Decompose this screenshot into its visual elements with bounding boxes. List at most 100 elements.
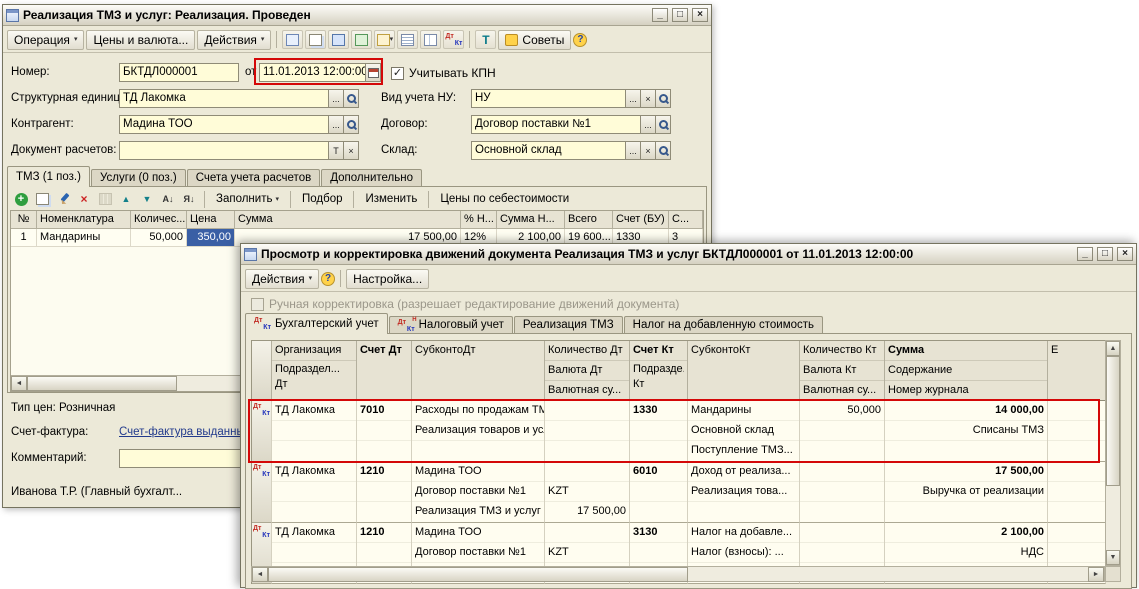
- magnifier-button[interactable]: [655, 90, 670, 107]
- date-field[interactable]: 11.01.2013 12:00:00: [259, 63, 381, 82]
- calendar-button[interactable]: [365, 64, 380, 81]
- scrollbar-thumb[interactable]: [268, 567, 688, 582]
- col-header-cut[interactable]: С...: [669, 211, 703, 229]
- cell-credit-quantity[interactable]: 50,000: [800, 401, 885, 462]
- col-header-debit-subconto[interactable]: СубконтоДт: [412, 341, 545, 401]
- ellipsis-button[interactable]: ...: [625, 142, 640, 159]
- cell-credit-subconto[interactable]: Доход от реализа...Реализация това...: [688, 462, 800, 523]
- window1-title-bar[interactable]: Реализация ТМЗ и услуг: Реализация. Пров…: [3, 5, 711, 26]
- settings-button[interactable]: Настройка...: [346, 269, 429, 289]
- tab-additional[interactable]: Дополнительно: [321, 169, 422, 187]
- counterparty-field[interactable]: Мадина ТОО ...: [119, 115, 359, 134]
- ellipsis-button[interactable]: ...: [625, 90, 640, 107]
- cell-cut[interactable]: [1048, 462, 1106, 523]
- maximize-button[interactable]: □: [1097, 247, 1113, 261]
- tab-vat[interactable]: Налог на добавленную стоимость: [624, 316, 823, 334]
- col-header-debit-quantity[interactable]: Количество Дт Валюта Дт Валютная су...: [545, 341, 630, 401]
- fill-button[interactable]: Заполнить▾: [211, 191, 284, 208]
- copy-icon[interactable]: [305, 30, 326, 49]
- col-header-num[interactable]: №: [11, 211, 37, 229]
- related-documents-icon[interactable]: Т: [475, 30, 496, 49]
- maximize-button[interactable]: □: [672, 8, 688, 22]
- cell-debit-subconto[interactable]: Мадина ТООДоговор поставки №1Реализация …: [412, 462, 545, 523]
- clear-button[interactable]: ×: [640, 90, 655, 107]
- cell-cut[interactable]: [1048, 401, 1106, 462]
- grid-corner-cell[interactable]: [252, 341, 272, 401]
- tab-services[interactable]: Услуги (0 поз.): [91, 169, 186, 187]
- cell-organization[interactable]: ТД Лакомка: [272, 462, 357, 523]
- document-movements-icon[interactable]: [397, 30, 418, 49]
- scrollbar-thumb[interactable]: [1106, 356, 1120, 486]
- magnifier-button[interactable]: [343, 116, 358, 133]
- cell-price-selected[interactable]: 350,00: [187, 229, 235, 247]
- vertical-scrollbar[interactable]: ▲ ▼: [1105, 340, 1121, 566]
- close-button[interactable]: ×: [1117, 247, 1133, 261]
- subordination-structure-icon[interactable]: [420, 30, 441, 49]
- col-header-price[interactable]: Цена: [187, 211, 235, 229]
- window2-title-bar[interactable]: Просмотр и корректировка движений докуме…: [241, 244, 1136, 265]
- magnifier-button[interactable]: [655, 142, 670, 159]
- actions-menu-button[interactable]: Действия▾: [197, 30, 271, 50]
- cell-organization[interactable]: ТД Лакомка: [272, 401, 357, 462]
- ellipsis-button[interactable]: ...: [328, 90, 343, 107]
- move-down-icon[interactable]: ▼: [138, 191, 156, 207]
- cost-prices-button[interactable]: Цены по себестоимости: [435, 191, 574, 208]
- cell-nomenclature[interactable]: Мандарины: [37, 229, 131, 247]
- clear-button[interactable]: ×: [343, 142, 358, 159]
- scroll-left-icon[interactable]: ◄: [252, 567, 268, 582]
- sort-descending-icon[interactable]: Я↓: [180, 191, 198, 207]
- cell-debit-quantity[interactable]: [545, 401, 630, 462]
- change-button[interactable]: Изменить: [360, 191, 422, 208]
- operation-menu-button[interactable]: Операция▾: [7, 30, 84, 50]
- posting-result-icon[interactable]: ДтКт: [443, 30, 464, 49]
- manual-correction-checkbox[interactable]: Ручная корректировка (разрешает редактир…: [251, 296, 679, 312]
- help-icon[interactable]: ?: [573, 33, 587, 47]
- col-header-credit-account[interactable]: Счет Кт Подразде...Кт: [630, 341, 688, 401]
- col-header-nomenclature[interactable]: Номенклатура: [37, 211, 131, 229]
- scroll-up-icon[interactable]: ▲: [1106, 341, 1120, 356]
- contract-field[interactable]: Договор поставки №1 ...: [471, 115, 671, 134]
- structural-unit-field[interactable]: ТД Лакомка ...: [119, 89, 359, 108]
- cell-credit-subconto[interactable]: МандариныОсновной складПоступление ТМЗ..…: [688, 401, 800, 462]
- add-row-icon[interactable]: +: [12, 191, 30, 207]
- col-header-cut[interactable]: Е: [1048, 341, 1106, 401]
- col-header-organization[interactable]: Организация Подраздел...Дт: [272, 341, 357, 401]
- sort-ascending-icon[interactable]: А↓: [159, 191, 177, 207]
- reread-icon[interactable]: [282, 30, 303, 49]
- type-button[interactable]: Т: [328, 142, 343, 159]
- cell-credit-quantity[interactable]: [800, 462, 885, 523]
- tab-accounting[interactable]: ДтКт Бухгалтерский учет: [245, 313, 388, 334]
- col-header-quantity[interactable]: Количес...: [131, 211, 187, 229]
- scroll-right-icon[interactable]: ►: [1088, 567, 1104, 582]
- settlement-doc-field[interactable]: Т ×: [119, 141, 359, 160]
- cell-debit-account[interactable]: 1210: [357, 462, 412, 523]
- col-header-total[interactable]: Всего: [565, 211, 613, 229]
- col-header-account[interactable]: Счет (БУ): [613, 211, 669, 229]
- delete-row-icon[interactable]: ×: [75, 191, 93, 207]
- cell-sum[interactable]: 14 000,00Списаны ТМЗ: [885, 401, 1048, 462]
- col-header-sum[interactable]: Сумма Содержание Номер журнала: [885, 341, 1048, 401]
- col-header-sum[interactable]: Сумма: [235, 211, 461, 229]
- number-field[interactable]: БКТДЛ000001: [119, 63, 239, 82]
- col-header-vat-sum[interactable]: Сумма Н...: [497, 211, 565, 229]
- magnifier-button[interactable]: [655, 116, 670, 133]
- magnifier-button[interactable]: [343, 90, 358, 107]
- col-header-credit-quantity[interactable]: Количество Кт Валюта Кт Валютная су...: [800, 341, 885, 401]
- close-button[interactable]: ×: [692, 8, 708, 22]
- pick-button[interactable]: Подбор: [297, 191, 348, 208]
- ellipsis-button[interactable]: ...: [640, 116, 655, 133]
- scroll-left-icon[interactable]: ◄: [11, 376, 27, 391]
- scrollbar-track[interactable]: [1106, 356, 1120, 550]
- create-based-on-icon[interactable]: ▾: [374, 30, 395, 49]
- horizontal-scrollbar[interactable]: ◄ ►: [251, 566, 1105, 582]
- cell-debit-subconto[interactable]: Расходы по продажам ТМ...Реализация това…: [412, 401, 545, 462]
- move-up-icon[interactable]: ▲: [117, 191, 135, 207]
- tips-button[interactable]: Советы: [498, 30, 571, 50]
- post-document-icon[interactable]: [351, 30, 372, 49]
- copy-row-icon[interactable]: [33, 191, 51, 207]
- col-header-vat-percent[interactable]: % Н...: [461, 211, 497, 229]
- ellipsis-button[interactable]: ...: [328, 116, 343, 133]
- cell-debit-account[interactable]: 7010: [357, 401, 412, 462]
- cell-quantity[interactable]: 50,000: [131, 229, 187, 247]
- scrollbar-thumb[interactable]: [27, 376, 177, 391]
